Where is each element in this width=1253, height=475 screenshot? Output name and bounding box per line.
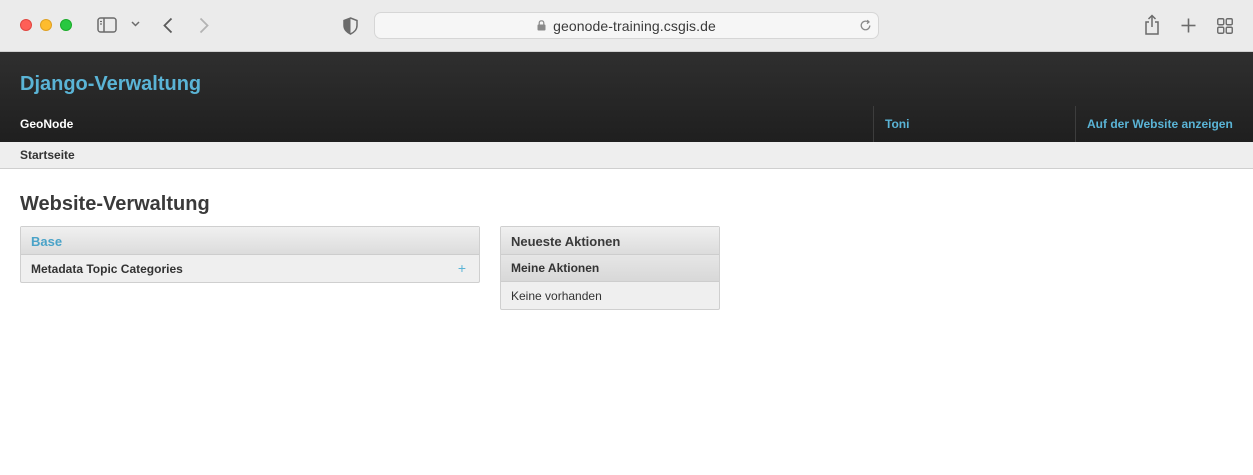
chevron-down-icon[interactable]	[131, 21, 140, 27]
recent-actions-caption: Neueste Aktionen	[511, 234, 621, 249]
close-window-button[interactable]	[20, 19, 32, 31]
browser-toolbar: geonode-training.csgis.de	[0, 0, 1253, 52]
model-link-metadata-topic-categories[interactable]: Metadata Topic Categories	[31, 262, 183, 276]
nav-divider	[1075, 106, 1076, 142]
module-header: Base	[21, 227, 479, 255]
recent-actions-module: Neueste Aktionen Meine Aktionen Keine vo…	[500, 226, 720, 310]
admin-header: Django-Verwaltung GeoNode Toni Auf der W…	[0, 52, 1253, 142]
new-tab-icon[interactable]	[1181, 18, 1196, 33]
actions-list: Keine vorhanden	[501, 282, 719, 309]
forward-icon[interactable]	[199, 17, 209, 34]
module-caption-base[interactable]: Base	[31, 234, 62, 249]
view-site-link[interactable]: Auf der Website anzeigen	[1087, 117, 1233, 131]
nav-user-link[interactable]: Toni	[885, 117, 909, 131]
model-row: Metadata Topic Categories +	[21, 255, 479, 282]
my-actions-heading: Meine Aktionen	[511, 261, 600, 275]
zoom-window-button[interactable]	[60, 19, 72, 31]
header-nav: GeoNode Toni Auf der Website anzeigen	[0, 106, 1253, 142]
no-actions-text: Keine vorhanden	[511, 289, 602, 303]
my-actions-header: Meine Aktionen	[501, 255, 719, 282]
reload-icon[interactable]	[859, 19, 872, 32]
tab-overview-icon[interactable]	[1217, 18, 1233, 34]
address-bar[interactable]: geonode-training.csgis.de	[374, 12, 879, 39]
sidebar-toggle-icon[interactable]	[97, 17, 117, 33]
module-header: Neueste Aktionen	[501, 227, 719, 255]
url-text: geonode-training.csgis.de	[553, 17, 716, 34]
page-title: Website-Verwaltung	[20, 193, 210, 215]
back-icon[interactable]	[163, 17, 173, 34]
minimize-window-button[interactable]	[40, 19, 52, 31]
breadcrumb: Startseite	[0, 142, 1253, 169]
breadcrumb-home[interactable]: Startseite	[20, 148, 75, 162]
site-brand[interactable]: Django-Verwaltung	[20, 73, 201, 96]
privacy-shield-icon[interactable]	[343, 17, 358, 35]
nav-divider	[873, 106, 874, 142]
share-icon[interactable]	[1144, 14, 1160, 35]
nav-site-name: GeoNode	[20, 117, 74, 131]
app-module-base: Base Metadata Topic Categories +	[20, 226, 480, 283]
add-icon[interactable]: +	[458, 260, 466, 276]
lock-icon	[537, 20, 546, 31]
